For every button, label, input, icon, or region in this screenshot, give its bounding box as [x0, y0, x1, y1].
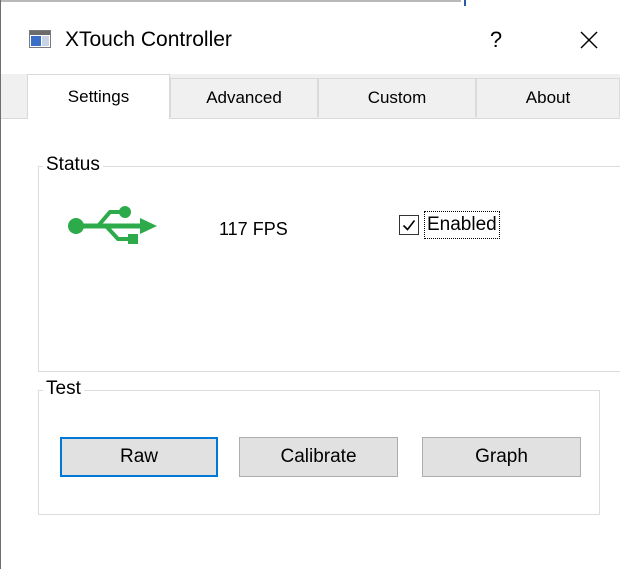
- enabled-checkbox[interactable]: Enabled: [399, 211, 500, 239]
- close-button[interactable]: [561, 14, 617, 66]
- test-group-title: Test: [43, 377, 84, 401]
- xtouch-controller-window: XTouch Controller ? Settings Advanced Cu…: [0, 0, 620, 569]
- tab-settings[interactable]: Settings: [27, 74, 170, 119]
- checkmark-icon: [402, 220, 416, 231]
- status-group: Status: [38, 153, 620, 372]
- enabled-checkbox-label[interactable]: Enabled: [424, 211, 500, 239]
- tab-bar: Settings Advanced Custom About: [1, 74, 620, 119]
- tab-custom[interactable]: Custom: [318, 78, 476, 117]
- graph-button[interactable]: Graph: [422, 437, 581, 477]
- calibrate-button[interactable]: Calibrate: [239, 437, 398, 477]
- app-window-icon: [29, 30, 51, 48]
- tab-advanced[interactable]: Advanced: [170, 78, 318, 117]
- tab-about[interactable]: About: [476, 78, 620, 117]
- title-bar-edge: [1, 0, 461, 2]
- title-bar-mark: [464, 0, 466, 6]
- usb-icon: [68, 206, 157, 244]
- window-title: XTouch Controller: [65, 28, 232, 51]
- raw-button[interactable]: Raw: [60, 437, 218, 477]
- enabled-checkbox-box[interactable]: [399, 215, 419, 235]
- close-icon: [580, 31, 598, 49]
- fps-readout: 117 FPS: [219, 219, 288, 239]
- help-button[interactable]: ?: [471, 14, 521, 66]
- title-bar[interactable]: XTouch Controller ?: [1, 0, 620, 74]
- status-group-title: Status: [43, 153, 103, 177]
